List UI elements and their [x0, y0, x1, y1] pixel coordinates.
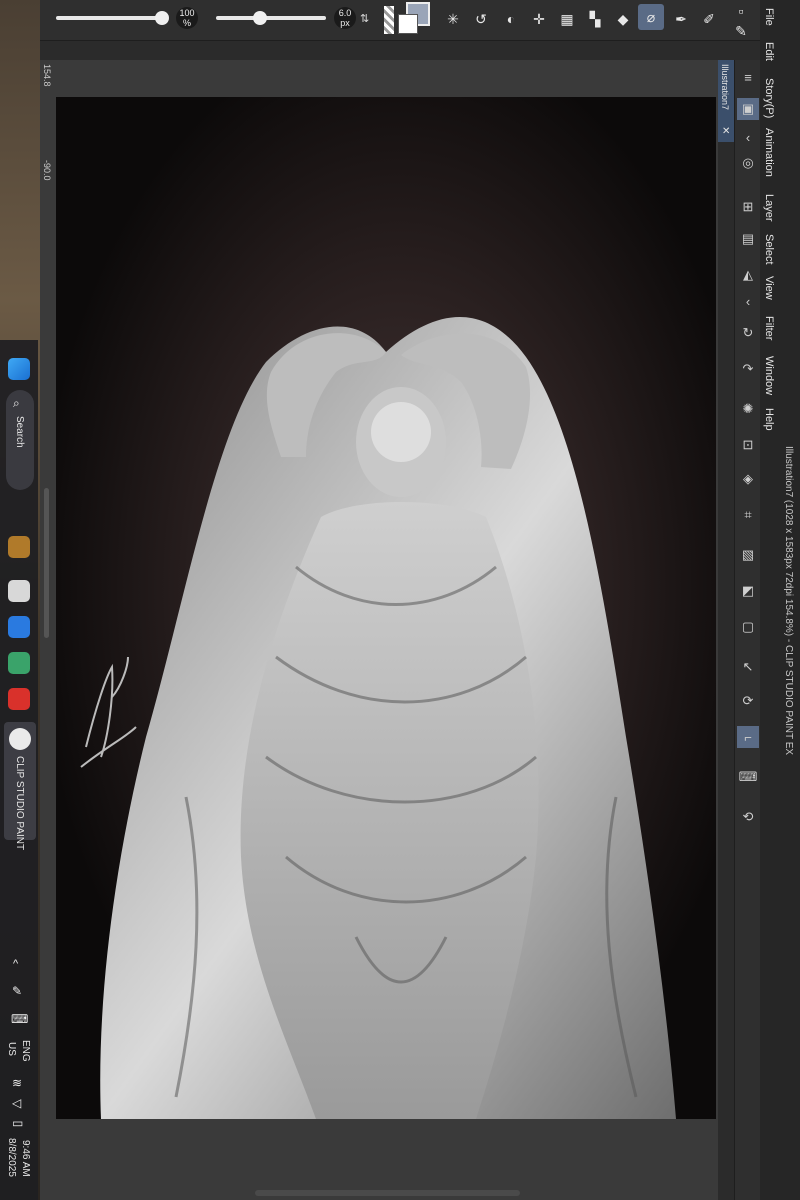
- undo-icon-side[interactable]: ↻: [737, 322, 759, 344]
- copy-layer-icon[interactable]: ▤: [737, 228, 759, 250]
- wifi-icon[interactable]: ≋: [12, 1076, 22, 1090]
- brush-size-badge: 6.0 px: [334, 7, 356, 29]
- menu-edit[interactable]: Edit: [763, 42, 775, 61]
- menu-file[interactable]: File: [763, 8, 775, 26]
- pen-icon[interactable]: ✎: [12, 984, 22, 998]
- layer-mask-icon[interactable]: ⊡: [737, 434, 759, 456]
- chevron-left-icon[interactable]: ‹: [737, 126, 759, 148]
- menu-layer[interactable]: Layer: [763, 194, 775, 222]
- menu-bar: [760, 0, 800, 1200]
- brush-size-slider-knob[interactable]: [253, 11, 267, 25]
- store-icon[interactable]: [8, 616, 30, 638]
- app-icon-green[interactable]: [8, 652, 30, 674]
- menu-view[interactable]: View: [763, 276, 775, 300]
- transform-icon[interactable]: ◭: [737, 264, 759, 286]
- ruler-tool-icon[interactable]: ⌐: [737, 726, 759, 748]
- language-label[interactable]: ENG: [20, 1040, 31, 1062]
- sync-icon[interactable]: ⟲: [737, 806, 759, 828]
- move-tool-icon[interactable]: ✛: [528, 8, 550, 30]
- window-title: Illustration7 (1028 x 1583px 72dpi 154.8…: [783, 446, 794, 756]
- hatch-icon[interactable]: ▧: [737, 544, 759, 566]
- menu-filter[interactable]: Filter: [763, 316, 775, 340]
- menu-story[interactable]: Story(P): [763, 78, 775, 118]
- statue-artwork: [80, 317, 677, 1119]
- pencil-tool-icon[interactable]: ✎: [730, 20, 752, 42]
- frame-icon[interactable]: ▢: [737, 616, 759, 638]
- search-icon: ⌕: [13, 396, 20, 410]
- clock-date[interactable]: 8/8/2025: [6, 1138, 17, 1177]
- top-toolbar: 100 % 6.0 px ⇅ ✳ ↺ ◐ ✛ ▦ ▚ ◆ ⌀ ✒ ✐ ▫ ✎: [40, 0, 760, 41]
- artist-signature: [80, 656, 137, 768]
- loading-icon[interactable]: ✺: [737, 398, 759, 420]
- windows-start-icon[interactable]: [8, 358, 30, 380]
- battery-icon[interactable]: ▭: [12, 1116, 23, 1130]
- pen-tool-icon[interactable]: ✒: [670, 8, 692, 30]
- redo-icon-side[interactable]: ↷: [737, 358, 759, 380]
- menu-window[interactable]: Window: [763, 356, 775, 395]
- hamburger-menu-icon[interactable]: ≡: [737, 66, 759, 88]
- menu-animation[interactable]: Animation: [763, 128, 775, 177]
- fill-tool-icon[interactable]: ▚: [584, 8, 606, 30]
- search-label: Search: [14, 416, 25, 448]
- sparkle-tool-icon[interactable]: ✳: [442, 8, 464, 30]
- clip-studio-icon: [9, 728, 31, 750]
- sub-color-swatch[interactable]: [398, 14, 418, 34]
- widget-icon[interactable]: [8, 536, 30, 558]
- fill-icon-side[interactable]: ◈: [737, 468, 759, 490]
- opacity-value-badge: 100 %: [176, 7, 198, 29]
- lasso-select-icon[interactable]: ⟳: [737, 690, 759, 712]
- keyboard-icon[interactable]: ⌨: [11, 1012, 28, 1026]
- navigator-icon[interactable]: ◎: [737, 152, 759, 174]
- brush-tool-icon[interactable]: ✐: [698, 8, 720, 30]
- clock-time[interactable]: 9:46 AM: [20, 1140, 31, 1177]
- command-bar: ≡ ▣ ‹ ◎ ⊞ ▤ ◭ ‹ ↻ ↷ ✺ ⊡ ◈ ⌗ ▧ ◩ ▢ ↖ ⟳ ⌐ …: [734, 60, 761, 1200]
- new-layer-icon[interactable]: ⊞: [737, 196, 759, 218]
- eraser-tool-icon[interactable]: ▫: [730, 0, 752, 22]
- zoom-readout: 154.8: [42, 64, 52, 87]
- task-view-icon[interactable]: [8, 580, 30, 602]
- close-tab-icon[interactable]: ✕: [722, 126, 730, 137]
- tab-label: Illustration7: [720, 64, 730, 111]
- active-app-label: CLIP STUDIO PAINT: [14, 756, 25, 851]
- undo-icon[interactable]: ↺: [470, 8, 492, 30]
- rotation-readout: -90.0: [42, 160, 52, 181]
- volume-icon[interactable]: ◁: [12, 1096, 21, 1110]
- vertical-scrollbar[interactable]: [44, 488, 49, 638]
- artwork-canvas[interactable]: [56, 97, 716, 1119]
- taskbar: ⌕ Search CLIP STUDIO PAINT ^ ✎ ⌨ ENG US …: [0, 340, 38, 1200]
- search-button[interactable]: ⌕ Search: [6, 390, 34, 490]
- grid-tool-icon[interactable]: ▦: [556, 8, 578, 30]
- lasso-tool-icon[interactable]: ⌀: [638, 4, 664, 30]
- chevron-up-icon[interactable]: ^: [13, 958, 18, 970]
- opacity-slider-knob[interactable]: [155, 11, 169, 25]
- horizontal-scrollbar[interactable]: [255, 1190, 520, 1196]
- layer-property-icon[interactable]: ▣: [737, 98, 759, 120]
- app-icon-red[interactable]: [8, 688, 30, 710]
- keyboard-shortcut-icon[interactable]: ⌨: [737, 766, 759, 788]
- bucket-tool-icon[interactable]: ◆: [612, 8, 634, 30]
- transparency-swatch[interactable]: [384, 6, 394, 34]
- tab-illustration7[interactable]: Illustration7 ✕: [718, 60, 734, 142]
- blend-tool-icon[interactable]: ◐: [500, 8, 522, 30]
- opacity-slider[interactable]: [56, 16, 168, 20]
- region-label[interactable]: US: [6, 1042, 17, 1056]
- selection-arrow-icon[interactable]: ↖: [737, 656, 759, 678]
- gradient-icon[interactable]: ◩: [737, 580, 759, 602]
- menu-select[interactable]: Select: [763, 234, 775, 265]
- crop-icon[interactable]: ⌗: [737, 504, 759, 526]
- brush-size-slider[interactable]: [216, 16, 326, 20]
- reset-arrows-icon[interactable]: ⇅: [360, 12, 369, 25]
- menu-help[interactable]: Help: [763, 408, 775, 431]
- chevron-left-icon-2[interactable]: ‹: [737, 290, 759, 312]
- clip-studio-taskbar-item[interactable]: CLIP STUDIO PAINT: [4, 722, 36, 850]
